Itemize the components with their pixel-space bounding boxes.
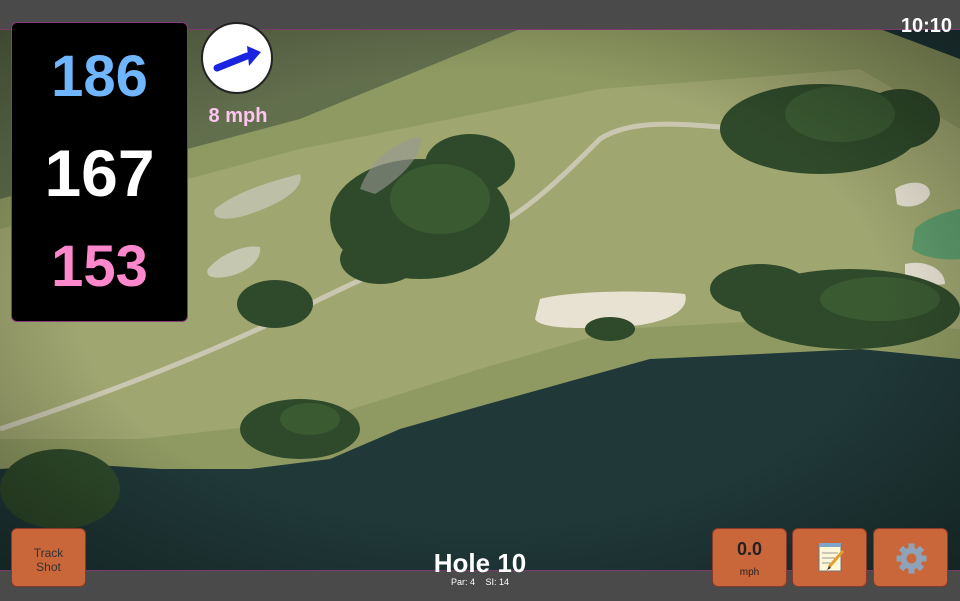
middle-yardage: 167 — [44, 136, 155, 210]
clock: 10:10 — [900, 15, 952, 37]
settings-button[interactable] — [873, 528, 948, 587]
wind-arrow-icon — [213, 46, 261, 72]
notes-button[interactable] — [792, 528, 867, 587]
notepad-icon — [818, 543, 845, 572]
hole-info: Par: 4 SI: 14 — [380, 577, 580, 587]
track-shot-label-line2: Shot — [36, 560, 61, 574]
back-yardage: 186 — [51, 44, 148, 109]
hole-stroke-index: SI: 14 — [485, 577, 510, 587]
front-yardage: 153 — [51, 234, 148, 299]
gear-icon — [896, 543, 927, 574]
hole-par: Par: 4 — [450, 577, 475, 587]
track-shot-button[interactable]: Track Shot — [11, 528, 86, 587]
speed-value: 0.0 — [736, 539, 763, 559]
wind-indicator — [201, 22, 273, 94]
speed-unit: mph — [739, 567, 760, 578]
speed-button[interactable]: 0.0 mph — [712, 528, 787, 587]
yardage-panel: 186 167 153 — [11, 22, 188, 322]
hole-title: Hole 10 — [433, 548, 527, 578]
track-shot-label-line1: Track — [33, 546, 64, 560]
wind-speed: 8 mph — [208, 105, 268, 127]
